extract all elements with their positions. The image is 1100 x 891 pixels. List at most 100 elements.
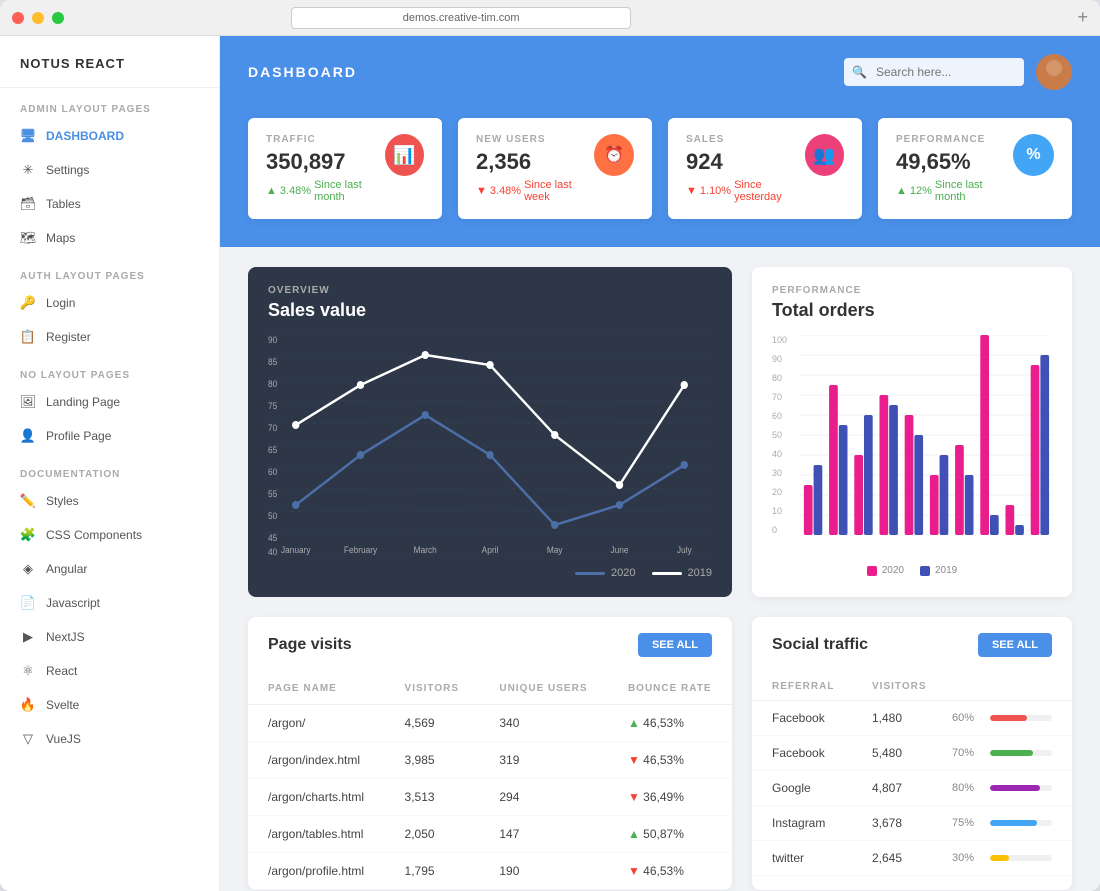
charts-section: OVERVIEW Sales value .grid-line { stroke… [220,247,1100,617]
sales-chart-title: Sales value [268,300,712,321]
social-visitor-count: 1,480 [872,711,952,725]
sidebar-item-login[interactable]: 🔑 Login [0,286,219,320]
cell-unique: 190 [479,853,608,890]
svg-text:April: April [482,545,499,555]
traffic-icon: 📊 [385,134,424,176]
puzzle-icon: 🧩 [20,527,36,543]
social-referral: Facebook [772,746,872,760]
social-visitor-count: 5,480 [872,746,952,760]
svg-text:45: 45 [268,533,277,543]
y-axis: 100 90 80 70 60 50 40 30 20 10 [772,335,787,535]
pen-icon: ✏️ [20,493,36,509]
sidebar-item-dashboard[interactable]: 🖥 DASHBOARD [0,119,219,153]
social-row: Facebook 5,480 70% [752,736,1072,771]
gear-icon: ✳ [20,162,36,178]
social-col-visitors: VISITORS [872,681,952,692]
social-referral: twitter [772,851,872,865]
bottom-section: Page visits SEE ALL PAGE NAME VISITORS U… [220,617,1100,891]
social-bar-bg [990,750,1052,756]
cell-bounce: ▲ 46,53% [608,705,732,742]
sidebar-item-profile[interactable]: 👤 Profile Page [0,419,219,453]
svg-text:85: 85 [268,357,277,367]
social-pct: 30% [952,852,984,864]
sidebar-item-maps[interactable]: 🗺 Maps [0,221,219,255]
cell-bounce: ▼ 36,49% [608,779,732,816]
add-tab-button[interactable]: + [1077,7,1088,28]
app-window: demos.creative-tim.com + NOTUS REACT ADM… [0,0,1100,891]
social-traffic-card: Social traffic SEE ALL REFERRAL VISITORS… [752,617,1072,890]
bar-chart-legend: 2020 2019 [772,565,1052,576]
orders-chart-title: Total orders [772,300,1052,321]
svg-text:65: 65 [268,445,277,455]
bar-chart-svg [800,335,1052,535]
minimize-button[interactable] [32,12,44,24]
social-referral: Facebook [772,711,872,725]
social-bar-bg [990,855,1052,861]
key-icon: 🔑 [20,295,36,311]
close-button[interactable] [12,12,24,24]
table-row: /argon/index.html 3,985 319 ▼ 46,53% [248,742,732,779]
header-right: 🔍 [844,54,1072,90]
stat-card-traffic: TRAFFIC 350,897 ▲ 3.48% Since last month… [248,118,442,219]
sidebar-logo: NOTUS REACT [0,36,219,88]
sidebar: NOTUS REACT ADMIN LAYOUT PAGES 🖥 DASHBOA… [0,36,220,891]
social-referral: Instagram [772,816,872,830]
sidebar-item-vuejs[interactable]: ▽ VueJS [0,722,219,756]
svg-text:January: January [281,545,311,555]
stat-card-users: NEW USERS 2,356 ▼ 3.48% Since last week … [458,118,652,219]
sidebar-item-styles[interactable]: ✏️ Styles [0,484,219,518]
users-change: ▼ 3.48% Since last week [476,179,594,203]
cell-unique: 340 [479,705,608,742]
svg-text:75: 75 [268,401,277,411]
sidebar-item-tables[interactable]: 🗃 Tables [0,187,219,221]
sidebar-item-css[interactable]: 🧩 CSS Components [0,518,219,552]
search-input[interactable] [844,58,1024,86]
bar-legend-2019: 2019 [920,565,957,576]
search-wrapper: 🔍 [844,58,1024,86]
content-area: TRAFFIC 350,897 ▲ 3.48% Since last month… [220,108,1100,891]
sidebar-item-angular[interactable]: ◈ Angular [0,552,219,586]
svg-text:90: 90 [268,335,277,345]
social-visitor-count: 3,678 [872,816,952,830]
social-see-all[interactable]: SEE ALL [978,633,1052,657]
url-bar[interactable]: demos.creative-tim.com [291,7,631,29]
orders-chart-label: PERFORMANCE [772,285,1052,296]
users-value: 2,356 [476,149,594,175]
social-bar-bg [990,715,1052,721]
sidebar-item-svelte[interactable]: 🔥 Svelte [0,688,219,722]
sidebar-item-nextjs[interactable]: ▶ NextJS [0,620,219,654]
page-visits-see-all[interactable]: SEE ALL [638,633,712,657]
clipboard-icon: 📋 [20,329,36,345]
social-pct: 60% [952,712,984,724]
orders-chart-card: PERFORMANCE Total orders 100 90 80 70 60 [752,267,1072,597]
svg-text:55: 55 [268,489,277,499]
bar-chart-container: 100 90 80 70 60 50 40 30 20 10 [772,335,1052,555]
legend-2020: 2020 [575,567,635,579]
monitor-icon: 🖥 [20,128,36,144]
social-bar: 80% [952,782,1052,794]
sidebar-item-settings[interactable]: ✳ Settings [0,153,219,187]
vue-icon: ▽ [20,731,36,747]
svg-text:40: 40 [268,547,277,555]
svg-text:70: 70 [268,423,277,433]
map-icon: 🗺 [20,230,36,246]
svg-text:80: 80 [268,379,277,389]
sidebar-section-docs: DOCUMENTATION [0,453,219,484]
traffic-value: 350,897 [266,149,385,175]
sidebar-item-register[interactable]: 📋 Register [0,320,219,354]
sidebar-item-javascript[interactable]: 📄 Javascript [0,586,219,620]
cell-bounce: ▲ 50,87% [608,816,732,853]
maximize-button[interactable] [52,12,64,24]
cell-visitors: 4,569 [385,705,480,742]
traffic-change: ▲ 3.48% Since last month [266,179,385,203]
social-title: Social traffic [772,636,868,654]
svelte-icon: 🔥 [20,697,36,713]
cell-visitors: 3,513 [385,779,480,816]
table-row: /argon/charts.html 3,513 294 ▼ 36,49% [248,779,732,816]
users-icon: ⏰ [594,134,634,176]
sidebar-item-landing[interactable]: 🖼 Landing Page [0,385,219,419]
sidebar-item-react[interactable]: ⚛ React [0,654,219,688]
cell-page: /argon/ [248,705,385,742]
social-referral: Google [772,781,872,795]
social-header: Social traffic SEE ALL [752,617,1072,673]
